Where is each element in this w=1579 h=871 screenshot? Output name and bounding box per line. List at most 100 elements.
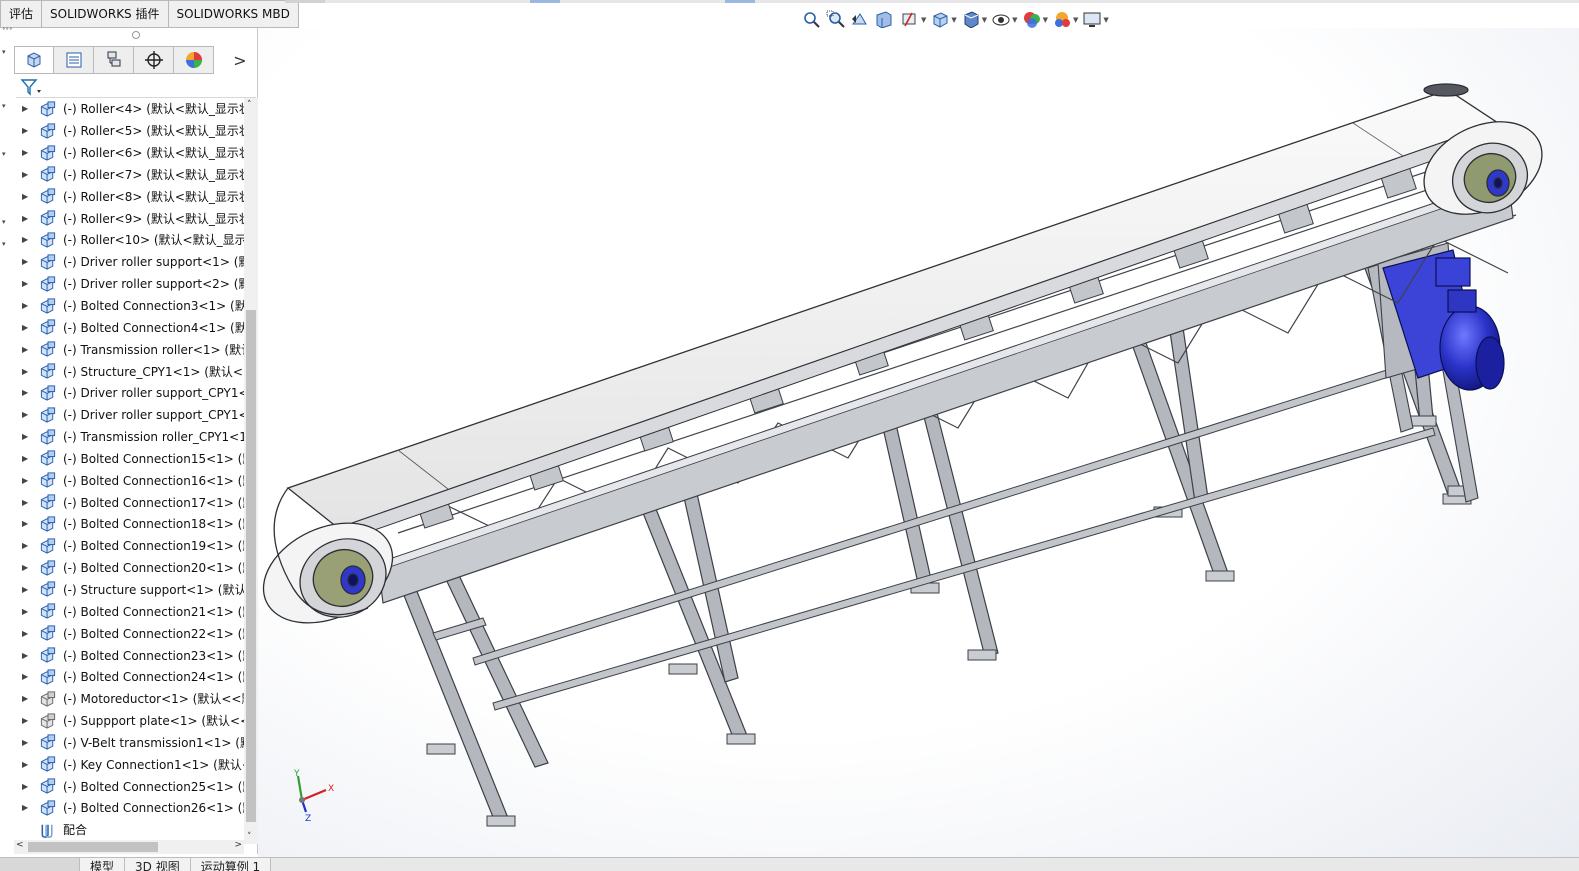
tree-item[interactable]: ▶ (-) Driver roller support_CPY1<2 bbox=[14, 404, 244, 426]
command-tab-1[interactable]: SOLIDWORKS 插件 bbox=[42, 0, 169, 28]
tree-item[interactable]: ▶ (-) Driver roller support<1> (默 bbox=[14, 251, 244, 273]
expand-caret-icon[interactable]: ▶ bbox=[14, 498, 38, 507]
tree-item[interactable]: ▶ (-) V-Belt transmission1<1> (默 bbox=[14, 731, 244, 753]
expand-caret-icon[interactable]: ▶ bbox=[14, 694, 38, 703]
expand-caret-icon[interactable]: ▶ bbox=[14, 476, 38, 485]
tree-item[interactable]: ▶ (-) Roller<8> (默认<默认_显示状 bbox=[14, 185, 244, 207]
section-view-icon[interactable] bbox=[874, 10, 894, 30]
command-tab-2[interactable]: SOLIDWORKS MBD bbox=[168, 0, 299, 28]
tree-item[interactable]: ▶ (-) Bolted Connection21<1> (默 bbox=[14, 600, 244, 622]
scroll-thumb[interactable] bbox=[246, 310, 256, 822]
expand-caret-icon[interactable]: ▶ bbox=[14, 345, 38, 354]
tree-item[interactable]: ▶ (-) Bolted Connection16<1> (默 bbox=[14, 469, 244, 491]
filter-icon[interactable] bbox=[20, 78, 42, 96]
tab-motion-study[interactable]: 运动算例 1 bbox=[190, 858, 272, 871]
tree-item[interactable]: ▶ (-) Key Connection1<1> (默认< bbox=[14, 753, 244, 775]
expand-caret-icon[interactable]: ▶ bbox=[14, 257, 38, 266]
expand-caret-icon[interactable]: ▶ bbox=[14, 585, 38, 594]
tree-horizontal-scrollbar[interactable]: < > bbox=[14, 840, 244, 854]
tree-item[interactable]: ▶ (-) Bolted Connection20<1> (默 bbox=[14, 557, 244, 579]
tree-item[interactable]: ▶ (-) Bolted Connection4<1> (默认 bbox=[14, 316, 244, 338]
expand-caret-icon[interactable]: ▶ bbox=[14, 192, 38, 201]
scroll-right-icon[interactable]: > bbox=[234, 840, 242, 850]
dropdown-arrow-icon[interactable]: ▼ bbox=[951, 16, 956, 24]
tree-item[interactable]: ▶ (-) Roller<5> (默认<默认_显示状 bbox=[14, 120, 244, 142]
dropdown-arrow-icon[interactable]: ▼ bbox=[1043, 16, 1048, 24]
scroll-up-icon[interactable]: ˄ bbox=[247, 100, 252, 110]
hide-show-items-icon[interactable]: ▼ bbox=[991, 10, 1018, 30]
expand-caret-icon[interactable]: ▶ bbox=[14, 454, 38, 463]
tree-item[interactable]: ▶ (-) Structure support<1> (默认< bbox=[14, 579, 244, 601]
expand-caret-icon[interactable]: ▶ bbox=[14, 323, 38, 332]
tree-item[interactable]: ▶ (-) Motoreductor<1> (默认<<默 bbox=[14, 688, 244, 710]
tree-item[interactable]: ▶ (-) Driver roller support_CPY1< bbox=[14, 382, 244, 404]
dropdown-arrow-icon[interactable]: ▼ bbox=[921, 16, 926, 24]
tree-item[interactable]: ▶ (-) Roller<6> (默认<默认_显示状 bbox=[14, 142, 244, 164]
expand-caret-icon[interactable]: ▶ bbox=[14, 214, 38, 223]
scroll-down-icon[interactable]: ˅ bbox=[247, 832, 252, 842]
tree-vertical-scrollbar[interactable]: ˄ ˅ bbox=[244, 98, 258, 844]
expand-caret-icon[interactable]: ▶ bbox=[14, 803, 38, 812]
expand-caret-icon[interactable]: ▶ bbox=[14, 301, 38, 310]
tree-item[interactable]: ▶ (-) Bolted Connection25<1> (默 bbox=[14, 775, 244, 797]
expand-caret-icon[interactable]: ▶ bbox=[14, 148, 38, 157]
expand-caret-icon[interactable]: ▶ bbox=[14, 388, 38, 397]
tree-item[interactable]: ▶ (-) Roller<7> (默认<默认_显示状 bbox=[14, 164, 244, 186]
view-settings-icon[interactable]: ▼ bbox=[1082, 10, 1109, 30]
tree-item[interactable]: ▶ (-) Structure_CPY1<1> (默认< bbox=[14, 360, 244, 382]
expand-caret-icon[interactable]: ▶ bbox=[14, 279, 38, 288]
expand-caret-icon[interactable]: ▶ bbox=[14, 563, 38, 572]
tab-property-manager[interactable] bbox=[54, 46, 94, 74]
scroll-left-icon[interactable]: < bbox=[16, 840, 24, 850]
edit-appearance-icon[interactable]: ▼ bbox=[1022, 10, 1048, 30]
scroll-thumb-horizontal[interactable] bbox=[28, 842, 158, 852]
tab-configuration-manager[interactable] bbox=[94, 46, 134, 74]
more-tabs-button[interactable]: > bbox=[226, 46, 254, 74]
expand-caret-icon[interactable]: ▶ bbox=[14, 367, 38, 376]
zoom-to-fit-icon[interactable] bbox=[802, 10, 822, 30]
command-tab-0[interactable]: 评估 bbox=[0, 0, 43, 28]
expand-caret-icon[interactable]: ▶ bbox=[14, 170, 38, 179]
tree-item[interactable]: ▶ (-) Roller<9> (默认<默认_显示状 bbox=[14, 207, 244, 229]
expand-caret-icon[interactable]: ▶ bbox=[14, 541, 38, 550]
expand-caret-icon[interactable]: ▶ bbox=[14, 672, 38, 681]
tree-item[interactable]: ▶ (-) Bolted Connection17<1> (默 bbox=[14, 491, 244, 513]
tab-3d-views[interactable]: 3D 视图 bbox=[125, 858, 191, 871]
tab-featuremanager-tree[interactable] bbox=[14, 46, 54, 74]
tree-item[interactable]: 配合 bbox=[14, 819, 244, 841]
tree-item[interactable]: ▶ (-) Bolted Connection24<1> (默 bbox=[14, 666, 244, 688]
expand-caret-icon[interactable]: ▶ bbox=[14, 760, 38, 769]
tree-item[interactable]: ▶ (-) Driver roller support<2> (默 bbox=[14, 273, 244, 295]
dropdown-arrow-icon[interactable]: ▼ bbox=[1103, 16, 1108, 24]
dropdown-arrow-icon[interactable]: ▼ bbox=[982, 16, 987, 24]
dropdown-arrow-icon[interactable]: ▼ bbox=[1012, 16, 1017, 24]
tab-display-manager[interactable] bbox=[174, 46, 214, 74]
tree-item[interactable]: ▶ (-) Bolted Connection3<1> (默认 bbox=[14, 295, 244, 317]
panel-grip-icon[interactable] bbox=[132, 31, 140, 39]
display-style-icon[interactable]: ▼ bbox=[961, 10, 987, 30]
expand-caret-icon[interactable]: ▶ bbox=[14, 629, 38, 638]
tab-model[interactable]: 模型 bbox=[80, 858, 126, 871]
conveyor-model[interactable] bbox=[258, 28, 1579, 857]
tree-item[interactable]: ▶ (-) Transmission roller<1> (默认 bbox=[14, 338, 244, 360]
dropdown-arrow-icon[interactable]: ▼ bbox=[1073, 16, 1078, 24]
tree-item[interactable]: ▶ (-) Transmission roller_CPY1<1> bbox=[14, 426, 244, 448]
tree-filter[interactable] bbox=[16, 76, 256, 98]
tree-item[interactable]: ▶ (-) Bolted Connection26<1> (默 bbox=[14, 797, 244, 819]
expand-caret-icon[interactable]: ▶ bbox=[14, 410, 38, 419]
tree-item[interactable]: ▶ (-) Bolted Connection18<1> (默 bbox=[14, 513, 244, 535]
tree-item[interactable]: ▶ (-) Bolted Connection22<1> (默 bbox=[14, 622, 244, 644]
tree-item[interactable]: ▶ (-) Roller<10> (默认<默认_显示 bbox=[14, 229, 244, 251]
expand-caret-icon[interactable]: ▶ bbox=[14, 104, 38, 113]
expand-caret-icon[interactable]: ▶ bbox=[14, 126, 38, 135]
dynamic-annotation-icon[interactable]: ▼ bbox=[900, 10, 926, 30]
expand-caret-icon[interactable]: ▶ bbox=[14, 716, 38, 725]
apply-scene-icon[interactable]: ▼ bbox=[1052, 10, 1078, 30]
previous-view-icon[interactable] bbox=[850, 10, 870, 30]
expand-caret-icon[interactable]: ▶ bbox=[14, 651, 38, 660]
expand-caret-icon[interactable]: ▶ bbox=[14, 235, 38, 244]
zoom-to-area-icon[interactable] bbox=[826, 10, 846, 30]
expand-caret-icon[interactable]: ▶ bbox=[14, 782, 38, 791]
expand-caret-icon[interactable]: ▶ bbox=[14, 607, 38, 616]
tree-item[interactable]: ▶ (-) Roller<4> (默认<默认_显示状 bbox=[14, 98, 244, 120]
